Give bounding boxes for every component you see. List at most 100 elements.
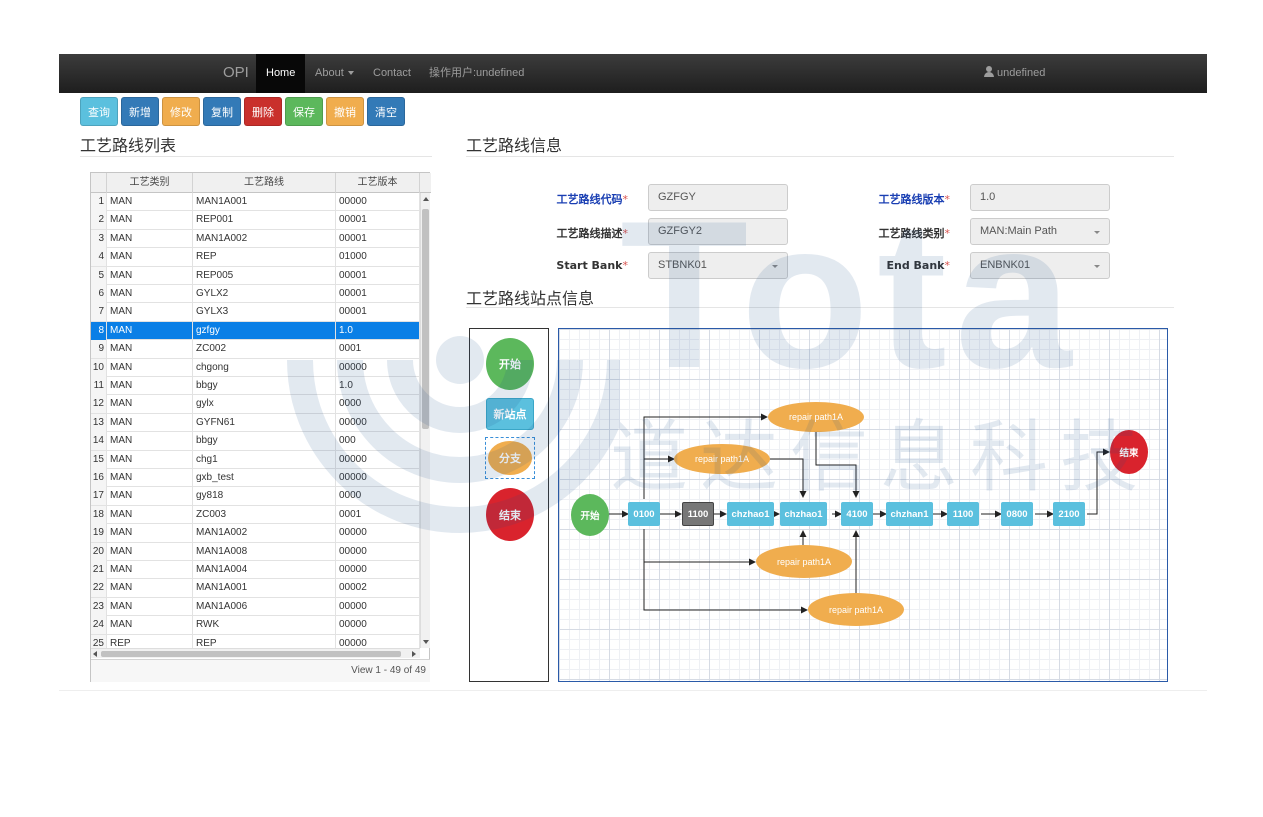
table-row[interactable]: 14 MAN bbgy 000: [91, 432, 420, 451]
horizontal-scrollbar[interactable]: [91, 648, 420, 658]
table-row[interactable]: 15 MAN chg1 00000: [91, 450, 420, 469]
table-cell: 00000: [336, 524, 420, 543]
table-row[interactable]: 12 MAN gylx 0000: [91, 395, 420, 414]
palette-branch-wrap[interactable]: 分支: [485, 437, 535, 479]
nav-home[interactable]: Home: [256, 54, 306, 93]
table-row[interactable]: 9 MAN ZC002 0001: [91, 340, 420, 359]
undo-button[interactable]: 撤销: [326, 97, 364, 126]
row-number: 11: [91, 377, 107, 395]
query-button[interactable]: 查询: [80, 97, 118, 126]
nav-about[interactable]: About: [305, 54, 364, 93]
scroll-thumb[interactable]: [422, 209, 429, 429]
table-cell: MAN: [107, 229, 193, 248]
flow-repair-node[interactable]: repair path1A: [756, 545, 852, 578]
flow-station[interactable]: chzhan1: [886, 502, 933, 526]
top-navbar: OPI Home About Contact 操作用户:undefined un…: [59, 54, 1207, 93]
route-list-title: 工艺路线列表: [80, 136, 177, 155]
table-row[interactable]: 8 MAN gzfgy 1.0: [91, 321, 420, 341]
table-row[interactable]: 13 MAN GYFN61 00000: [91, 413, 420, 433]
brand-logo[interactable]: OPI: [223, 64, 249, 81]
flow-station[interactable]: chzhao1: [780, 502, 827, 526]
table-row[interactable]: 3 MAN MAN1A002 00001: [91, 229, 420, 249]
table-row[interactable]: 19 MAN MAN1A002 00000: [91, 524, 420, 543]
scroll-down-icon[interactable]: [423, 640, 429, 644]
route-type-select[interactable]: MAN:Main Path: [970, 218, 1110, 245]
clear-button[interactable]: 清空: [367, 97, 405, 126]
flow-station[interactable]: 0800: [1001, 502, 1033, 526]
flow-station[interactable]: 1100: [947, 502, 979, 526]
table-row[interactable]: 5 MAN REP005 00001: [91, 266, 420, 285]
scroll-thumb[interactable]: [101, 651, 401, 657]
flow-start-node[interactable]: 开始: [571, 494, 609, 536]
end-bank-select[interactable]: ENBNK01: [970, 252, 1110, 279]
column-header-type[interactable]: 工艺类别: [107, 173, 193, 193]
delete-button[interactable]: 删除: [244, 97, 282, 126]
column-header-version[interactable]: 工艺版本: [336, 173, 420, 193]
flow-station[interactable]: 2100: [1053, 502, 1085, 526]
table-cell: chg1: [193, 450, 336, 469]
table-row[interactable]: 22 MAN MAN1A001 00002: [91, 579, 420, 598]
table-cell: bbgy: [193, 432, 336, 451]
add-button[interactable]: 新增: [121, 97, 159, 126]
flow-end-node[interactable]: 结束: [1110, 430, 1148, 474]
flow-repair-node[interactable]: repair path1A: [674, 444, 770, 474]
route-flow-canvas[interactable]: 开始 0100 1100 chzhao1 chzhao1 4100 chzhan…: [558, 328, 1168, 682]
flow-station[interactable]: 4100: [841, 502, 873, 526]
flow-repair-node[interactable]: repair path1A: [808, 593, 904, 626]
table-cell: ZC002: [193, 340, 336, 359]
table-row[interactable]: 10 MAN chgong 00000: [91, 358, 420, 377]
table-row[interactable]: 4 MAN REP 01000: [91, 248, 420, 267]
route-desc-input[interactable]: GZFGY2: [648, 218, 788, 245]
scroll-up-icon[interactable]: [423, 197, 429, 201]
table-row[interactable]: 17 MAN gy818 0000: [91, 487, 420, 506]
table-row[interactable]: 16 MAN gxb_test 00000: [91, 469, 420, 488]
save-button[interactable]: 保存: [285, 97, 323, 126]
end-bank-label-text: End Bank: [886, 259, 945, 272]
table-row[interactable]: 20 MAN MAN1A008 00000: [91, 542, 420, 561]
edit-button[interactable]: 修改: [162, 97, 200, 126]
vertical-scrollbar[interactable]: [420, 193, 430, 648]
table-cell: 1.0: [336, 321, 420, 340]
flow-station[interactable]: 1100: [682, 502, 714, 526]
grid-header: 工艺类别 工艺路线 工艺版本: [91, 173, 431, 193]
divider: [466, 156, 1174, 157]
table-cell: MAN: [107, 432, 193, 451]
table-row[interactable]: 18 MAN ZC003 0001: [91, 505, 420, 525]
table-row[interactable]: 11 MAN bbgy 1.0: [91, 377, 420, 396]
action-toolbar: 查询 新增 修改 复制 删除 保存 撤销 清空: [80, 97, 405, 126]
row-number: 13: [91, 413, 107, 432]
palette-start-node[interactable]: 开始: [486, 338, 534, 390]
start-bank-label-text: Start Bank: [556, 259, 623, 272]
row-number: 5: [91, 266, 107, 285]
palette-new-station[interactable]: 新站点: [486, 398, 534, 430]
table-row[interactable]: 7 MAN GYLX3 00001: [91, 303, 420, 322]
table-row[interactable]: 24 MAN RWK 00000: [91, 616, 420, 635]
table-row[interactable]: 6 MAN GYLX2 00001: [91, 285, 420, 304]
scroll-right-icon[interactable]: [412, 651, 416, 657]
flow-station[interactable]: chzhao1: [727, 502, 774, 526]
divider: [80, 156, 432, 157]
table-row[interactable]: 2 MAN REP001 00001: [91, 211, 420, 230]
route-code-input[interactable]: GZFGY: [648, 184, 788, 211]
start-bank-select[interactable]: STBNK01: [648, 252, 788, 279]
nav-contact[interactable]: Contact: [363, 54, 421, 93]
scroll-left-icon[interactable]: [93, 651, 97, 657]
row-number: 17: [91, 487, 107, 506]
table-cell: 00000: [336, 358, 420, 377]
route-version-input[interactable]: 1.0: [970, 184, 1110, 211]
table-row[interactable]: 1 MAN MAN1A001 00000: [91, 193, 420, 212]
table-row[interactable]: 21 MAN MAN1A004 00000: [91, 561, 420, 580]
column-header-route[interactable]: 工艺路线: [193, 173, 336, 193]
table-cell: 000: [336, 432, 420, 451]
flow-station[interactable]: 0100: [628, 502, 660, 526]
flow-repair-node[interactable]: repair path1A: [768, 402, 864, 432]
row-number-header: [91, 173, 107, 193]
copy-button[interactable]: 复制: [203, 97, 241, 126]
user-menu[interactable]: undefined: [984, 54, 1045, 93]
row-number: 16: [91, 469, 107, 487]
table-cell: GYLX2: [193, 285, 336, 303]
table-row[interactable]: 23 MAN MAN1A006 00000: [91, 597, 420, 617]
palette-end-node[interactable]: 结束: [486, 488, 534, 541]
required-mark: *: [622, 259, 629, 272]
row-number: 15: [91, 450, 107, 469]
